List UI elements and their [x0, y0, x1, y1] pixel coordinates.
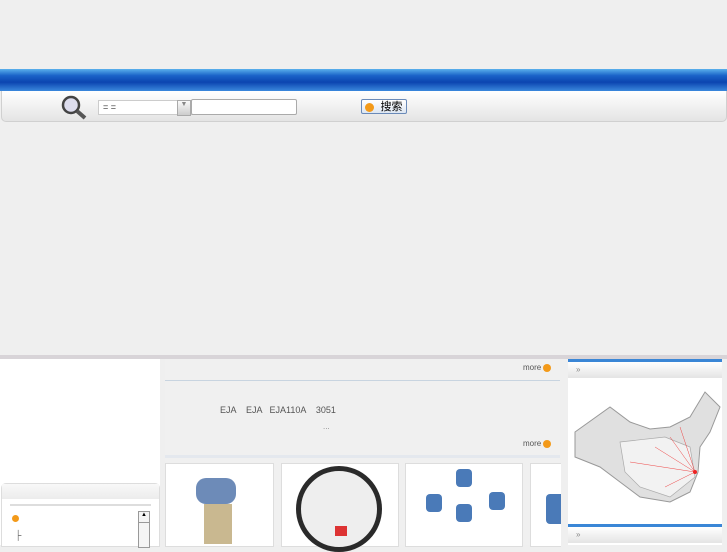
search-button-label: 搜索 [380, 101, 403, 113]
product-image[interactable] [281, 463, 399, 552]
transmitter [456, 469, 472, 487]
arrow-icon [543, 363, 552, 372]
gauge-image [296, 466, 382, 552]
bullet-icon [12, 515, 19, 522]
top-banner-bar [0, 69, 727, 91]
chevron-down-icon[interactable]: ▼ [177, 100, 191, 116]
divider [10, 504, 151, 506]
double-arrow-icon: » [576, 530, 581, 539]
more-link[interactable]: more [523, 439, 552, 448]
news-item[interactable]: EJA EJA EJA110A 3051 [220, 405, 336, 415]
map-panel: » » [568, 359, 722, 545]
divider [165, 455, 560, 458]
product-image[interactable] [405, 463, 523, 547]
china-map [574, 391, 721, 503]
panel-header: » [568, 524, 722, 543]
category-tree-box: ├ ▲ [1, 483, 160, 548]
more-label: more [523, 439, 542, 448]
search-icon [365, 103, 374, 112]
double-arrow-icon: » [576, 365, 581, 374]
more-label: more [523, 363, 542, 372]
scrollbar[interactable]: ▲ [138, 511, 150, 548]
box-header [2, 484, 159, 499]
map-header: » [568, 359, 722, 378]
more-link[interactable]: more [523, 363, 552, 372]
transmitter [456, 504, 472, 522]
product-image[interactable] [165, 463, 274, 547]
transmitter [489, 492, 505, 510]
transmitter [546, 494, 561, 524]
magnifier-icon [61, 95, 87, 120]
arrow-icon [543, 439, 552, 448]
gauge-label [335, 526, 347, 536]
transmitter-body [204, 504, 232, 544]
product-image[interactable] [530, 463, 561, 547]
news-ellipsis: ... [323, 422, 330, 431]
keyword-input[interactable] [191, 99, 297, 115]
tree-item[interactable]: ├ [15, 530, 21, 540]
transmitter [426, 494, 442, 512]
search-button[interactable]: 搜索 [361, 99, 407, 114]
scroll-up-icon[interactable]: ▲ [139, 512, 149, 523]
transmitter-head [196, 478, 236, 504]
divider [165, 380, 560, 381]
